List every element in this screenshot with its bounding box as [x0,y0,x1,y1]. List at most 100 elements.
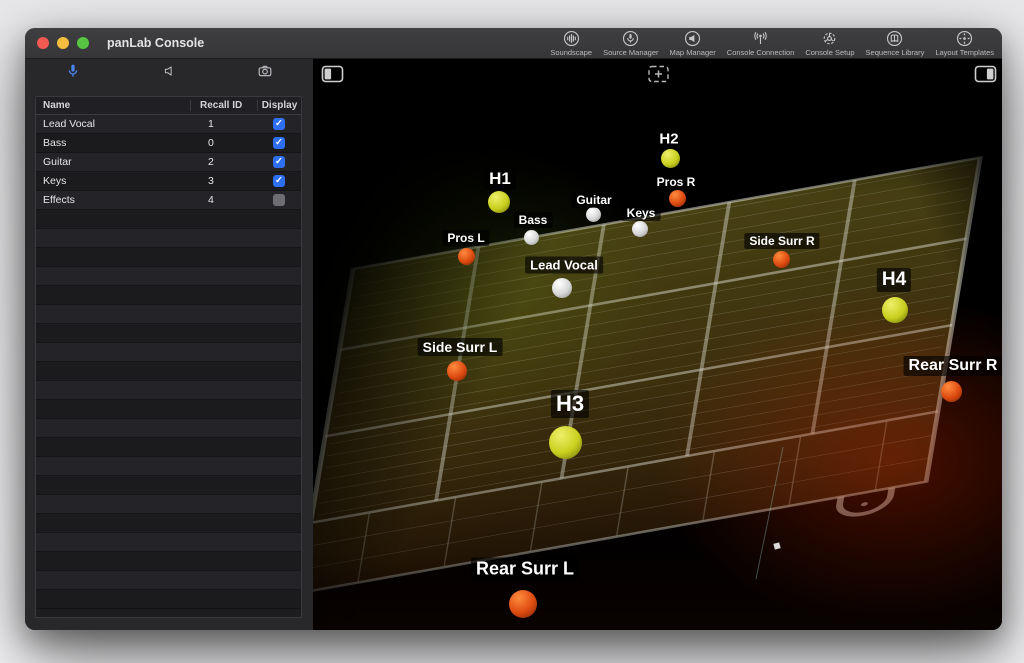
table-row-empty[interactable] [36,495,301,514]
toolbar-item-label: Source Manager [603,48,658,57]
console-connection-icon [751,30,770,47]
table-row-empty[interactable] [36,229,301,248]
toolbar-item-sequence-library[interactable]: Sequence Library [866,30,925,57]
display-checkbox[interactable]: ✓ [273,118,285,130]
source-manager-icon [622,30,639,47]
table-row-empty[interactable] [36,590,301,609]
column-header-recall-id[interactable]: Recall ID [190,100,257,111]
map-point-pros-r[interactable] [669,190,686,207]
toolbar-item-console-setup[interactable]: Console Setup [805,30,854,57]
table-row-empty[interactable] [36,381,301,400]
table-row-empty[interactable] [36,533,301,552]
cell-display: ✓ [257,175,301,187]
toolbar-item-label: Sequence Library [866,48,925,57]
map-point-label: H2 [654,130,683,149]
table-row-empty[interactable] [36,362,301,381]
table-row-empty[interactable] [36,514,301,533]
map-point-h3[interactable] [549,426,582,459]
app-window: panLab Console Soundscape Source Manager M… [25,28,1002,630]
display-checkbox[interactable]: ✓ [273,175,285,187]
map-view[interactable]: H1H2Pros RGuitarKeysBassPros LLead Vocal… [313,59,1002,630]
close-window-button[interactable] [37,37,49,49]
table-row[interactable]: Lead Vocal1✓ [36,115,301,134]
minimize-window-button[interactable] [57,37,69,49]
map-point-rear-surr-l[interactable] [509,590,537,618]
display-checkbox[interactable] [273,194,285,206]
titlebar-toolbar: Soundscape Source Manager Map Manager Conso… [550,30,994,57]
map-point-h4[interactable] [882,297,908,323]
table-row-empty[interactable] [36,476,301,495]
table-row[interactable]: Effects4 [36,191,301,210]
table-row-empty[interactable] [36,267,301,286]
microphone-icon [64,62,82,85]
table-row[interactable]: Guitar2✓ [36,153,301,172]
table-row-empty[interactable] [36,248,301,267]
table-row-empty[interactable] [36,419,301,438]
toolbar-item-label: Layout Templates [935,48,994,57]
table-row[interactable]: Bass0✓ [36,134,301,153]
table-row-empty[interactable] [36,438,301,457]
column-header-name[interactable]: Name [36,100,190,111]
table-row-empty[interactable] [36,210,301,229]
map-point-label: Bass [514,212,553,228]
toolbar-item-map-manager[interactable]: Map Manager [670,30,716,57]
tab-microphone[interactable] [25,59,121,87]
map-point-h2[interactable] [661,149,680,168]
toolbar-item-source-manager[interactable]: Source Manager [603,30,658,57]
sources-table: Name Recall ID Display Lead Vocal1✓Bass0… [35,96,302,618]
table-row-empty[interactable] [36,305,301,324]
toolbar-item-label: Console Setup [805,48,854,57]
map-point-side-surr-r[interactable] [773,251,790,268]
cell-name: Effects [36,194,190,206]
window-title: panLab Console [107,36,204,50]
tab-camera[interactable] [217,59,313,87]
table-header: Name Recall ID Display [36,97,301,115]
venue-3d-scene[interactable]: H1H2Pros RGuitarKeysBassPros LLead Vocal… [313,59,1002,630]
speaker-icon [161,63,177,84]
display-checkbox[interactable]: ✓ [273,156,285,168]
cell-recall-id: 4 [190,194,257,206]
display-checkbox[interactable]: ✓ [273,137,285,149]
toolbar-item-layout-templates[interactable]: Layout Templates [935,30,994,57]
table-row[interactable]: Keys3✓ [36,172,301,191]
table-row-empty[interactable] [36,457,301,476]
table-row-empty[interactable] [36,324,301,343]
toolbar-item-label: Map Manager [670,48,716,57]
map-point-label: H4 [877,268,911,292]
map-point-h1[interactable] [488,191,510,213]
map-manager-icon [684,30,701,47]
table-row-empty[interactable] [36,286,301,305]
map-point-lead-vocal[interactable] [552,278,572,298]
cell-name: Keys [36,175,190,187]
map-point-keys[interactable] [632,221,648,237]
camera-icon [256,62,274,85]
map-point-bass[interactable] [524,230,539,245]
cell-display [257,194,301,206]
toolbar-item-soundscape[interactable]: Soundscape [550,30,592,57]
map-point-label: Side Surr R [744,233,819,249]
tab-speaker[interactable] [121,59,217,87]
cell-recall-id: 1 [190,118,257,130]
column-header-display[interactable]: Display [257,100,301,111]
table-row-empty[interactable] [36,571,301,590]
map-point-label: Rear Surr L [471,558,579,581]
table-row-empty[interactable] [36,400,301,419]
map-point-label: Pros R [652,174,701,190]
toggle-left-panel-icon[interactable] [321,65,344,83]
map-point-rear-surr-r[interactable] [941,381,962,402]
reset-view-icon[interactable] [647,65,670,83]
sidebar-tabbar [25,59,313,87]
table-row-empty[interactable] [36,343,301,362]
map-point-label: Pros L [442,230,489,246]
map-point-guitar[interactable] [586,207,601,222]
table-row-empty[interactable] [36,552,301,571]
titlebar[interactable]: panLab Console Soundscape Source Manager M… [25,28,1002,59]
map-point-side-surr-l[interactable] [447,361,467,381]
toolbar-item-console-connection[interactable]: Console Connection [727,30,795,57]
map-point-label: Lead Vocal [525,257,603,274]
map-point-pros-l[interactable] [458,248,475,265]
map-point-label: Side Surr L [418,338,503,356]
toggle-right-panel-icon[interactable] [974,65,997,83]
map-point-label: Rear Surr R [904,356,1002,376]
zoom-window-button[interactable] [77,37,89,49]
